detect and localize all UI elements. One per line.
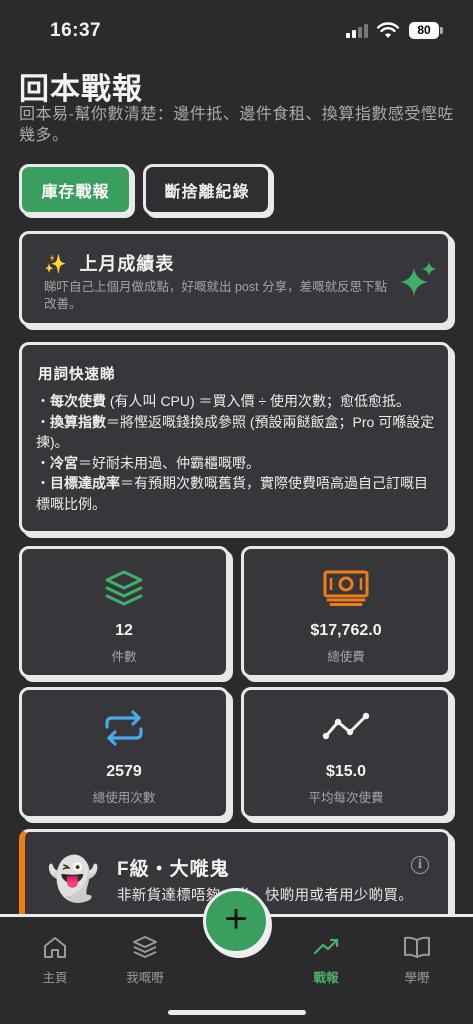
glossary-term: 冷宮 [50,454,78,471]
home-indicator [168,1010,306,1015]
page-subtitle: 回本易-幫你數清楚：邊件抵、邊件食租、換算指數感受慳咗幾多。 [19,106,454,144]
info-icon[interactable]: i [411,856,429,874]
book-icon [404,936,430,958]
glossary-title: 用詞快速睇 [38,367,116,383]
glossary-item: ・冷宮＝好耐未用過、仲霸櫃嘅嘢。 [36,454,260,471]
glossary-card: 用詞快速睇 ・每次使費 (有人叫 CPU) ＝買入價 ÷ 使用次數；愈低愈抵。 … [19,342,451,534]
stat-card-total-uses: 2579 總使用次數 [19,687,229,819]
glossary-term: 每次使費 [50,393,106,409]
stat-label: 總使用次數 [92,791,156,805]
wifi-icon [377,22,399,38]
nav-item-learn[interactable]: 學嘢 [377,935,457,986]
nav-item-home[interactable]: 主頁 [15,935,95,986]
stat-card-average-cost: $15.0 平均每次使費 [241,687,451,819]
nav-label: 學嘢 [404,971,430,985]
battery-icon: 80 [409,22,439,39]
chart-icon [313,938,339,955]
stat-card-item-count: 12 件數 [19,546,229,678]
signal-icon [346,24,370,38]
monthly-report-card[interactable]: ✨ 上月成績表 睇吓自己上個月做成點，好嘅就出 post 分享，差嘅就反思下點改… [19,231,451,326]
repeat-icon [105,710,143,746]
nav-label: 戰報 [313,971,339,985]
home-icon [44,937,66,958]
glossary-term: 換算指數 [50,413,106,430]
glossary-item: ・每次使費 (有人叫 CPU) ＝買入價 ÷ 使用次數；愈低愈抵。 [36,393,411,409]
layers-icon [105,570,143,606]
status-time: 16:37 [50,20,102,41]
nav-label: 我嘅嘢 [126,971,164,985]
stat-value: 2579 [106,763,142,780]
trend-icon [322,712,370,740]
add-item-button[interactable]: + [203,888,269,954]
glossary-item: ・換算指數＝將慳返嘅錢換成參照 (預設兩餸飯盒；Pro 可喺設定揀)。 [36,413,435,451]
layers-icon [133,936,157,958]
glossary-definition: (有人叫 CPU) ＝買入價 ÷ 使用次數；愈低愈抵。 [106,393,411,409]
stat-label: 件數 [111,650,137,664]
report-description: 睇吓自己上個月做成點，好嘅就出 post 分享，差嘅就反思下點改善。 [44,280,388,311]
ghost-icon: 👻 [47,855,100,902]
stat-label: 平均每次使費 [308,791,384,805]
sparkles-emoji: ✨ [44,254,68,274]
grade-description: 非新貨達標唔夠一半，快啲用或者用少啲買。 [117,888,413,904]
status-bar: 16:37 80 [0,0,473,60]
stat-value: 12 [115,622,133,639]
glossary-list: ・每次使費 (有人叫 CPU) ＝買入價 ÷ 使用次數；愈低愈抵。 ・換算指數＝… [36,391,441,514]
stat-value: $15.0 [325,763,367,780]
page-title: 回本戰報 [19,73,143,106]
stat-card-total-cost: $17,762.0 總使費 [241,546,451,678]
tab-declutter-log[interactable]: 斷捨離紀錄 [143,164,271,215]
nav-label: 主頁 [42,971,68,985]
report-title: ✨ 上月成績表 [44,250,174,276]
sparkle-icon [400,262,436,296]
grade-title: F級・大嘥鬼 [117,859,230,880]
nav-item-report[interactable]: 戰報 [286,935,366,986]
stat-value: $17,762.0 [310,622,382,639]
glossary-item: ・目標達成率＝有預期次數嘅舊貨，實際使費唔高過自己訂嘅目標嘅比例。 [36,475,428,512]
money-icon [323,570,369,606]
glossary-term: 目標達成率 [50,475,120,491]
report-title-text: 上月成績表 [79,254,175,274]
nav-item-my-stuff[interactable]: 我嘅嘢 [105,935,185,986]
tab-inventory-report[interactable]: 庫存戰報 [19,164,132,215]
glossary-definition: ＝好耐未用過、仲霸櫃嘅嘢。 [78,454,260,471]
battery-tip [440,27,443,34]
stat-label: 總使費 [327,650,365,664]
